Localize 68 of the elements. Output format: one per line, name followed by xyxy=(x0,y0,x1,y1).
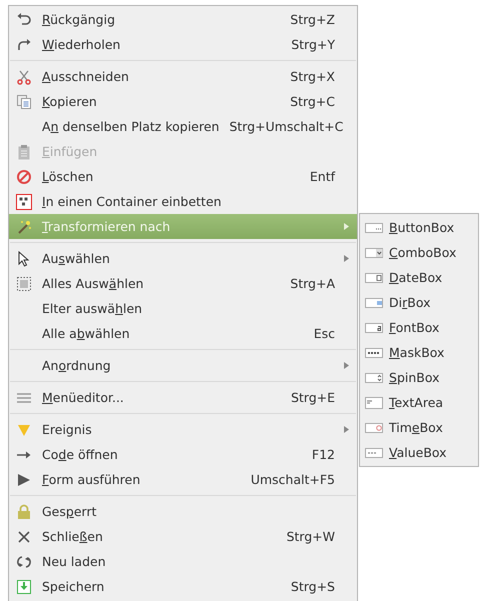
submenu-item[interactable]: DirBox xyxy=(360,290,478,315)
submenu-item[interactable]: ComboBox xyxy=(360,240,478,265)
undo-icon xyxy=(16,12,32,28)
play-icon xyxy=(16,472,32,488)
save-icon xyxy=(16,578,32,594)
shortcut-label: Strg+Umschalt+C xyxy=(229,119,344,134)
submenu-item[interactable]: TextArea xyxy=(360,390,478,415)
date-box-icon xyxy=(365,272,383,284)
submenu-item[interactable]: MaskBox xyxy=(360,340,478,365)
menu-item[interactable]: Neu laden xyxy=(9,549,357,574)
folder-box-icon xyxy=(365,296,383,308)
mask-box-icon xyxy=(365,346,383,358)
combo-box-icon xyxy=(365,246,383,258)
menu-item[interactable]: Alles Auswählen Strg+A xyxy=(9,271,357,296)
menu-item[interactable]: Elter auswählen xyxy=(9,296,357,321)
shortcut-label: Strg+A xyxy=(290,276,335,291)
shortcut-label: Entf xyxy=(310,169,335,184)
submenu-item[interactable]: TimeBox xyxy=(360,415,478,440)
cursor-icon xyxy=(16,250,32,266)
menu-item[interactable]: In einen Container einbetten xyxy=(9,189,357,214)
menu-item[interactable]: Alle abwählen Esc xyxy=(9,321,357,346)
menu-item[interactable]: Ausschneiden Strg+X xyxy=(9,64,357,89)
submenu-item[interactable]: FontBox xyxy=(360,315,478,340)
menu-item[interactable]: Code öffnen F12 xyxy=(9,442,357,467)
menu-item[interactable]: Auswählen xyxy=(9,246,357,271)
lock-icon xyxy=(16,504,32,520)
menu-item[interactable]: Menüeditor... Strg+E xyxy=(9,385,357,410)
container-icon xyxy=(16,194,32,210)
shortcut-label: Strg+W xyxy=(286,529,335,544)
copy-icon xyxy=(16,94,32,110)
menu-item[interactable]: Form ausführen Umschalt+F5 xyxy=(9,467,357,492)
menu-item[interactable]: Schließen Strg+W xyxy=(9,524,357,549)
menu-item[interactable]: Löschen Entf xyxy=(9,164,357,189)
menu-item[interactable]: An denselben Platz kopieren Strg+Umschalt+C xyxy=(9,114,357,139)
submenu-item[interactable]: ButtonBox xyxy=(360,215,478,240)
menu-item[interactable]: Gesperrt xyxy=(9,499,357,524)
shortcut-label: Strg+Z xyxy=(290,12,335,27)
select-all-icon xyxy=(16,276,32,292)
submenu-item[interactable]: ValueBox xyxy=(360,440,478,465)
button-box-icon xyxy=(365,222,383,234)
delete-icon xyxy=(16,168,32,184)
close-icon xyxy=(16,528,32,544)
shortcut-label: Strg+E xyxy=(290,390,335,405)
text-area-icon xyxy=(365,396,383,408)
clipboard-icon xyxy=(16,144,32,160)
value-box-icon xyxy=(365,446,383,458)
shortcut-label: Umschalt+F5 xyxy=(250,472,335,487)
reload-icon xyxy=(16,554,32,570)
submenu-item[interactable]: SpinBox xyxy=(360,365,478,390)
shortcut-label: Strg+C xyxy=(290,94,335,109)
menu-item[interactable]: Ereignis xyxy=(9,417,357,442)
font-box-icon xyxy=(365,322,383,334)
time-box-icon xyxy=(365,422,383,434)
redo-icon xyxy=(16,36,32,52)
menu-item[interactable]: Kopieren Strg+C xyxy=(9,89,357,114)
submenu-item[interactable]: DateBox xyxy=(360,265,478,290)
menu-item[interactable]: Speichern Strg+S xyxy=(9,574,357,599)
shortcut-label: Strg+S xyxy=(290,579,335,594)
shortcut-label: Strg+X xyxy=(290,69,335,84)
spin-box-icon xyxy=(365,372,383,384)
scissors-icon xyxy=(16,68,32,84)
menu-item[interactable]: Wiederholen Strg+Y xyxy=(9,32,357,57)
menu-item[interactable]: Rückgängig Strg+Z xyxy=(9,7,357,32)
shortcut-label: F12 xyxy=(312,447,335,462)
shortcut-label: Esc xyxy=(314,326,335,341)
magic-wand-icon xyxy=(16,218,32,234)
shortcut-label: Strg+Y xyxy=(291,37,335,52)
menu-item[interactable]: Anordnung xyxy=(9,353,357,378)
